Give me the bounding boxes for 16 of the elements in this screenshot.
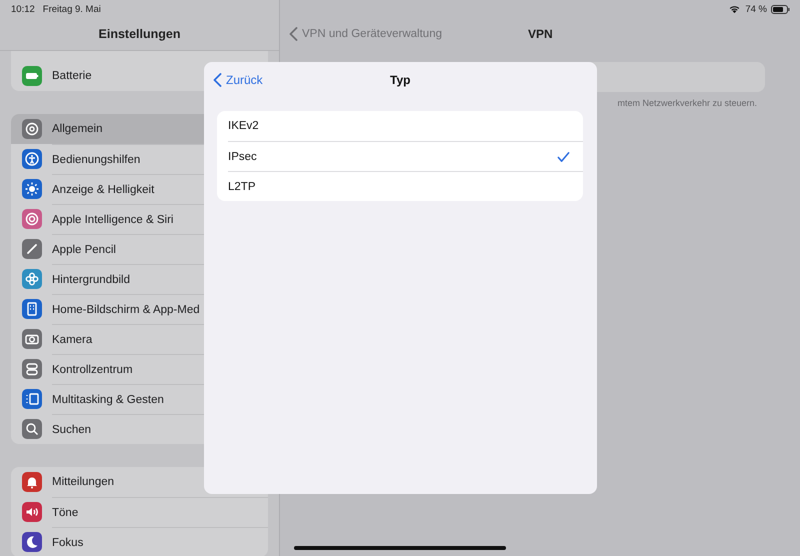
status-time: 10:12: [11, 4, 35, 14]
battery-percent: 74 %: [745, 4, 767, 14]
option-row[interactable]: L2TP: [228, 171, 583, 201]
sidebar-item[interactable]: Töne: [11, 497, 268, 527]
chevron-left-icon: [213, 73, 222, 87]
sidebar-item[interactable]: Fokus: [11, 527, 268, 556]
option-row[interactable]: IPsec: [228, 141, 583, 171]
modal-title: Typ: [390, 73, 410, 87]
chevron-left-icon: [289, 27, 298, 41]
battery-icon: [771, 4, 790, 14]
sidebar-item[interactable]: Mitteilungen: [11, 467, 268, 497]
footer-text: mtem Netzwerkverkehr zu steuern.: [617, 98, 757, 108]
wifi-icon: [728, 4, 742, 14]
back-button[interactable]: Zurück: [213, 73, 263, 87]
page-title: VPN: [528, 27, 553, 41]
status-date: Freitag 9. Mai: [42, 4, 101, 14]
